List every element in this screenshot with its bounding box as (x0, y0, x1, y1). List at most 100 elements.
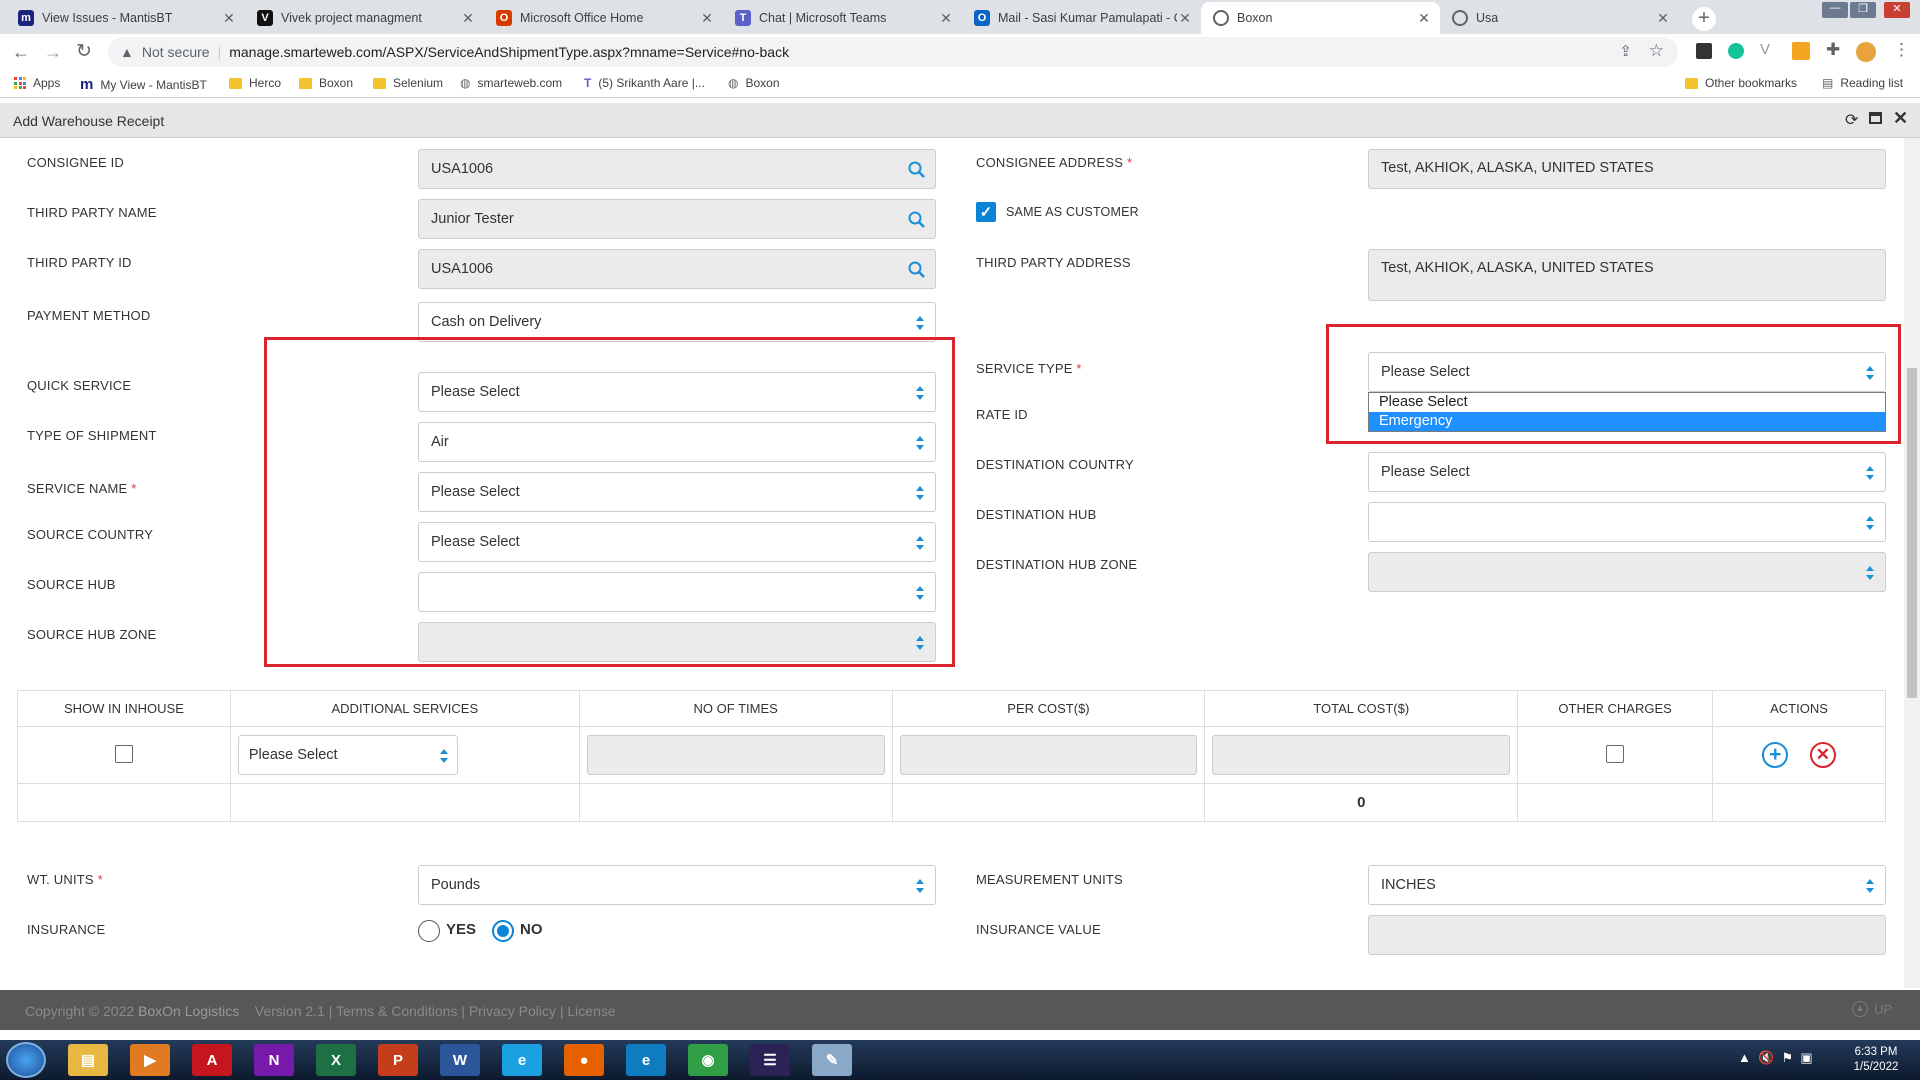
minimize-window-icon[interactable]: — (1822, 2, 1848, 18)
tab-close-icon[interactable]: ✕ (221, 10, 237, 27)
grammarly-icon[interactable] (1728, 43, 1744, 59)
avatar[interactable] (1856, 42, 1876, 62)
column-header: TOTAL COST($) (1204, 690, 1519, 727)
delete-row-icon[interactable]: ✕ (1809, 742, 1836, 768)
add-row-icon[interactable]: + (1762, 742, 1789, 768)
insurance-value-input[interactable] (1368, 915, 1886, 955)
bookmark-herco[interactable]: Herco (229, 76, 281, 90)
terms-link[interactable]: Terms & Conditions (336, 1003, 457, 1019)
scrollbar[interactable] (1904, 138, 1920, 988)
type-of-shipment-label: TYPE OF SHIPMENT (27, 428, 157, 443)
media-player-icon[interactable]: ▶ (130, 1044, 170, 1076)
show-in-inhouse-checkbox[interactable] (114, 744, 133, 763)
tab-close-icon[interactable]: ✕ (1655, 10, 1671, 27)
eclipse-icon[interactable]: ☰ (750, 1044, 790, 1076)
puzzle-icon[interactable]: ✚ (1826, 40, 1840, 60)
bookmark-selenium[interactable]: Selenium (373, 76, 443, 90)
other-charges-checkbox[interactable] (1606, 744, 1625, 763)
explorer-icon[interactable]: ▤ (68, 1044, 108, 1076)
insurance-yes-radio[interactable] (418, 920, 440, 942)
bookmark-apps[interactable]: Apps (14, 76, 60, 90)
onenote-icon[interactable]: N (254, 1044, 294, 1076)
radio-dot-icon (497, 925, 509, 937)
ie-icon[interactable]: e (502, 1044, 542, 1076)
start-button[interactable] (6, 1042, 46, 1078)
extension-icon[interactable] (1696, 43, 1712, 59)
refresh-icon[interactable]: ⟳ (1845, 110, 1858, 130)
no-of-times-input[interactable] (586, 735, 885, 775)
search-icon[interactable] (907, 260, 927, 280)
destination-hub-select[interactable] (1368, 502, 1886, 542)
per-cost-input[interactable] (899, 735, 1198, 775)
close-icon[interactable]: ✕ (1893, 108, 1908, 129)
total-cost-input[interactable] (1212, 735, 1511, 775)
extension-on-icon[interactable] (1792, 42, 1810, 60)
wt-units-select[interactable]: Pounds (418, 865, 936, 905)
browser-tab[interactable]: Usa ✕ (1440, 2, 1679, 34)
share-icon[interactable]: ⇪ (1619, 42, 1632, 60)
chrome-icon[interactable]: ◉ (688, 1044, 728, 1076)
edge-icon[interactable]: e (626, 1044, 666, 1076)
reload-icon[interactable]: ↻ (76, 40, 92, 63)
browser-tab[interactable]: O Microsoft Office Home ✕ (484, 2, 723, 34)
scrollbar-thumb[interactable] (1907, 368, 1917, 698)
consignee-id-field[interactable]: USA1006 (418, 149, 936, 189)
browser-tab[interactable]: O Mail - Sasi Kumar Pamulapati - O ✕ (962, 2, 1201, 34)
column-header: NO OF TIMES (578, 690, 893, 727)
destination-country-select[interactable]: Please Select (1368, 452, 1886, 492)
search-icon[interactable] (907, 160, 927, 180)
reading-list[interactable]: ▤ Reading list (1822, 76, 1903, 90)
new-tab-icon[interactable]: + (1692, 7, 1716, 31)
license-link[interactable]: License (567, 1003, 615, 1019)
acrobat-icon[interactable]: A (192, 1044, 232, 1076)
clock[interactable]: 6:33 PM 1/5/2022 (1844, 1045, 1908, 1075)
star-icon[interactable]: ☆ (1649, 41, 1664, 61)
browser-tab[interactable]: T Chat | Microsoft Teams ✕ (723, 2, 962, 34)
tray-icons[interactable]: ▲ 🔇 ⚑ ▣ (1738, 1050, 1813, 1066)
additional-service-select[interactable]: Please Select (237, 735, 458, 775)
third-party-name-field[interactable]: Junior Tester (418, 199, 936, 239)
scroll-up-button[interactable]: ▲ UP (1852, 1001, 1892, 1017)
measurement-units-select[interactable]: INCHES (1368, 865, 1886, 905)
tab-close-icon[interactable]: ✕ (699, 10, 715, 27)
destination-hub-zone-label: DESTINATION HUB ZONE (976, 557, 1138, 572)
destination-hub-zone-select[interactable] (1368, 552, 1886, 592)
tab-close-icon[interactable]: ✕ (1177, 10, 1193, 27)
insurance-no-radio[interactable] (492, 920, 514, 942)
powerpoint-icon[interactable]: P (378, 1044, 418, 1076)
same-as-customer-checkbox[interactable]: ✓ (976, 202, 996, 222)
forward-icon[interactable]: → (44, 42, 62, 63)
browser-tab[interactable]: m View Issues - MantisBT ✕ (6, 2, 245, 34)
tab-close-icon[interactable]: ✕ (1416, 10, 1432, 27)
third-party-id-field[interactable]: USA1006 (418, 249, 936, 289)
word-icon[interactable]: W (440, 1044, 480, 1076)
maximize-icon[interactable] (1869, 112, 1882, 124)
bookmark-smarteweb[interactable]: ◍ smarteweb.com (460, 76, 562, 90)
company-link[interactable]: BoxOn Logistics (138, 1003, 239, 1019)
bookmark-boxon-2[interactable]: ◍ Boxon (728, 76, 780, 90)
bookmark-mantis[interactable]: m My View - MantisBT (80, 76, 207, 93)
excel-icon[interactable]: X (316, 1044, 356, 1076)
url-text: manage.smarteweb.com/ASPX/ServiceAndShip… (229, 44, 790, 60)
back-icon[interactable]: ← (12, 42, 30, 63)
tab-close-icon[interactable]: ✕ (938, 10, 954, 27)
restore-window-icon[interactable]: ❐ (1850, 2, 1876, 18)
menu-icon[interactable]: ⋮ (1893, 40, 1910, 60)
privacy-link[interactable]: Privacy Policy (469, 1003, 556, 1019)
browser-tab[interactable]: Boxon ✕ (1201, 2, 1440, 34)
bookmark-other[interactable]: Other bookmarks (1685, 76, 1797, 90)
browser-tab[interactable]: V Vivek project managment ✕ (245, 2, 484, 34)
third-party-address-field[interactable]: Test, AKHIOK, ALASKA, UNITED STATES (1368, 249, 1886, 301)
address-bar[interactable]: ▲ Not secure | manage.smarteweb.com/ASPX… (108, 37, 1678, 67)
consignee-address-field[interactable]: Test, AKHIOK, ALASKA, UNITED STATES (1368, 149, 1886, 189)
search-icon[interactable] (907, 210, 927, 230)
paint-icon[interactable]: ✎ (812, 1044, 852, 1076)
close-window-icon[interactable]: ✕ (1884, 2, 1910, 18)
bookmark-boxon[interactable]: Boxon (299, 76, 353, 90)
insurance-no-label: NO (520, 921, 543, 938)
payment-method-select[interactable]: Cash on Delivery (418, 302, 936, 342)
bookmark-srikanth[interactable]: T (5) Srikanth Aare |... (584, 76, 705, 90)
extension-v-icon[interactable]: V (1760, 41, 1770, 58)
firefox-icon[interactable]: ● (564, 1044, 604, 1076)
tab-close-icon[interactable]: ✕ (460, 10, 476, 27)
